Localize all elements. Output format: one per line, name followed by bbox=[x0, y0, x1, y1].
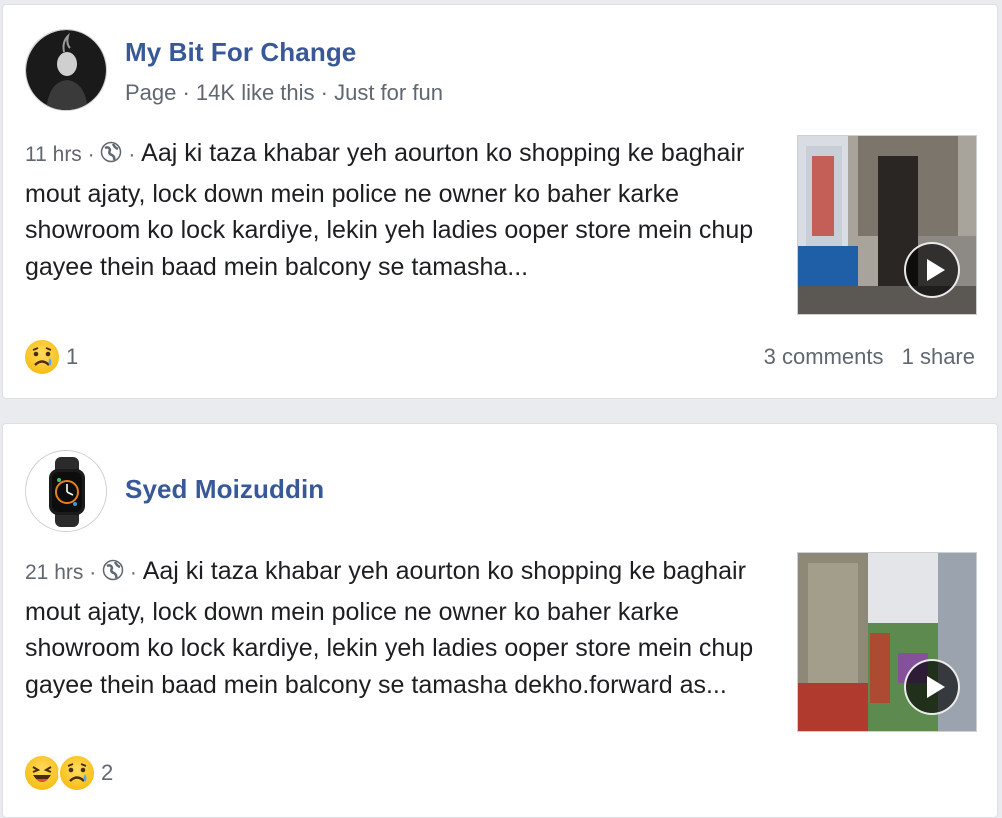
reaction-count: 2 bbox=[101, 760, 114, 785]
play-icon[interactable] bbox=[904, 659, 960, 715]
author-name-link[interactable]: Syed Moizuddin bbox=[125, 474, 324, 505]
laugh-emoji-icon bbox=[23, 754, 61, 792]
comments-link[interactable]: 3 comments bbox=[764, 344, 884, 369]
shares-link[interactable]: 1 share bbox=[902, 344, 975, 369]
avatar[interactable] bbox=[25, 450, 107, 532]
reactions-summary[interactable]: 2 bbox=[23, 754, 113, 792]
post-time[interactable]: 11 hrs bbox=[25, 143, 82, 166]
globe-icon bbox=[100, 139, 122, 176]
video-thumbnail[interactable] bbox=[797, 552, 977, 732]
video-thumbnail[interactable] bbox=[797, 135, 977, 315]
post-stats: 3 comments 1 share bbox=[752, 344, 975, 370]
post-text: 21 hrs · · Aaj ki taza khabar yeh aourto… bbox=[25, 557, 754, 699]
sad-emoji-icon bbox=[23, 338, 61, 376]
reactions-summary[interactable]: 1 bbox=[23, 338, 78, 376]
play-icon[interactable] bbox=[904, 242, 960, 298]
post-time[interactable]: 21 hrs bbox=[25, 561, 83, 584]
reaction-count: 1 bbox=[66, 344, 79, 369]
globe-icon bbox=[102, 557, 124, 594]
page-name-link[interactable]: My Bit For Change bbox=[125, 37, 356, 68]
sad-emoji-icon bbox=[58, 754, 96, 792]
avatar[interactable] bbox=[25, 29, 107, 111]
post-text: 11 hrs · · Aaj ki taza khabar yeh aourto… bbox=[25, 139, 754, 281]
page-meta: Page · 14K like this · Just for fun bbox=[125, 80, 443, 105]
post-card: Syed Moizuddin 21 hrs · · Aaj ki taza kh… bbox=[2, 423, 998, 818]
post-card: My Bit For Change Page · 14K like this ·… bbox=[2, 4, 998, 399]
